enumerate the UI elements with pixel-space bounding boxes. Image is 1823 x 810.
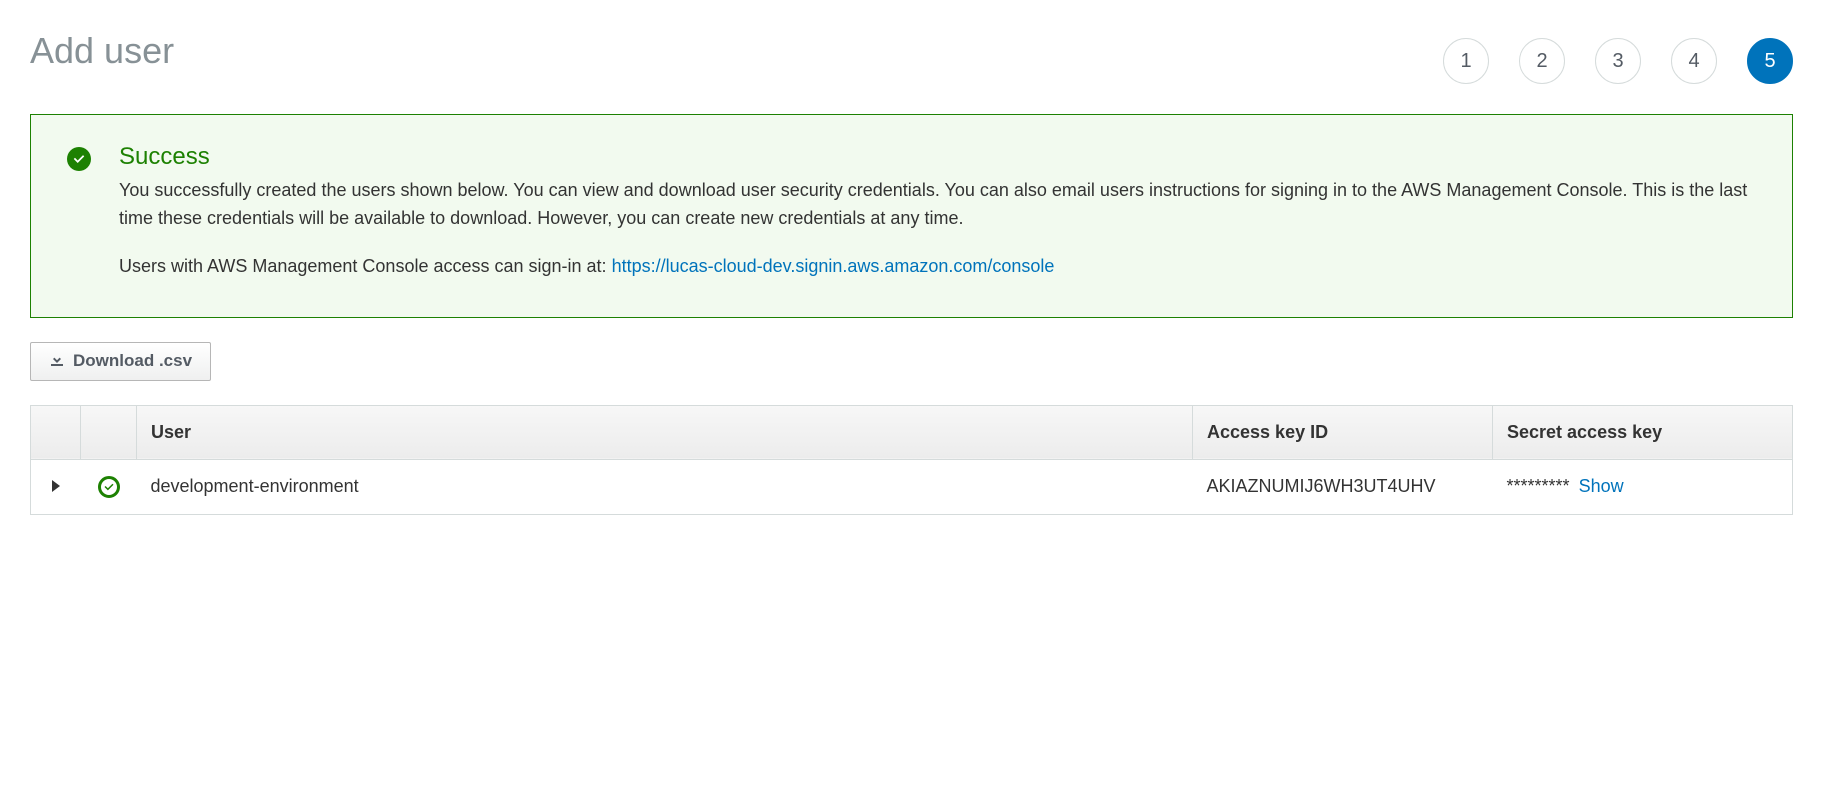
success-icon (67, 147, 91, 171)
wizard-stepper: 1 2 3 4 5 (1443, 38, 1793, 84)
alert-signin-info: Users with AWS Management Console access… (119, 253, 1756, 281)
users-table: User Access key ID Secret access key dev… (30, 405, 1793, 515)
alert-message: You successfully created the users shown… (119, 177, 1756, 233)
expand-row-icon[interactable] (52, 480, 60, 492)
table-row: development-environment AKIAZNUMIJ6WH3UT… (31, 459, 1793, 514)
step-2[interactable]: 2 (1519, 38, 1565, 84)
step-5[interactable]: 5 (1747, 38, 1793, 84)
row-success-icon (98, 476, 120, 498)
col-access-key-header: Access key ID (1193, 405, 1493, 459)
col-user-header: User (137, 405, 1193, 459)
step-1[interactable]: 1 (1443, 38, 1489, 84)
col-status-header (81, 405, 137, 459)
step-3[interactable]: 3 (1595, 38, 1641, 84)
page-title: Add user (30, 30, 174, 72)
success-alert: Success You successfully created the use… (30, 114, 1793, 318)
download-csv-button[interactable]: Download .csv (30, 342, 211, 381)
download-icon (49, 351, 65, 372)
cell-user: development-environment (137, 459, 1193, 514)
alert-title: Success (119, 143, 1756, 171)
cell-access-key-id: AKIAZNUMIJ6WH3UT4UHV (1193, 459, 1493, 514)
cell-secret-access-key: ********* Show (1493, 459, 1793, 514)
download-csv-label: Download .csv (73, 351, 192, 371)
secret-masked: ********* (1507, 476, 1570, 496)
step-4[interactable]: 4 (1671, 38, 1717, 84)
signin-url-link[interactable]: https://lucas-cloud-dev.signin.aws.amazo… (612, 256, 1055, 276)
alert-signin-prefix: Users with AWS Management Console access… (119, 256, 612, 276)
show-secret-link[interactable]: Show (1579, 476, 1624, 496)
col-secret-key-header: Secret access key (1493, 405, 1793, 459)
col-expand-header (31, 405, 81, 459)
